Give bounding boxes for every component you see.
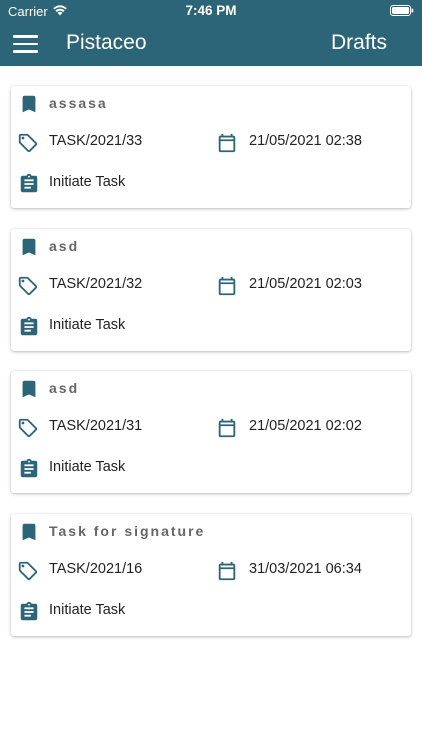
draft-card[interactable]: asd TASK/2021/31 21/05/2021 02:02 Initia…: [11, 371, 411, 493]
task-status: Initiate Task: [49, 316, 126, 333]
tag-icon: [18, 133, 38, 153]
bookmark-icon: [22, 523, 36, 540]
draft-title: asd: [49, 237, 80, 254]
tag-icon: [18, 418, 38, 438]
task-status: Initiate Task: [49, 459, 126, 475]
bookmark-icon: [22, 238, 36, 255]
page-title: Drafts: [330, 31, 387, 54]
clipboard-icon: [20, 316, 38, 335]
clipboard-icon: [20, 601, 38, 620]
task-status: Initiate Task: [49, 601, 126, 618]
calendar-icon: [218, 133, 236, 153]
hamburger-menu-icon[interactable]: [13, 35, 38, 53]
bookmark-icon: [22, 95, 36, 113]
draft-title: asd: [49, 380, 80, 396]
task-datetime: 21/05/2021 02:03: [249, 275, 362, 292]
clipboard-icon: [20, 173, 38, 193]
draft-title: Task for signature: [49, 522, 206, 539]
draft-card[interactable]: asd TASK/2021/32 21/05/2021 02:03 Initia…: [11, 228, 411, 351]
draft-card[interactable]: assasa TASK/2021/33 21/05/2021 02:38 Ini…: [11, 86, 411, 208]
task-reference: TASK/2021/33: [49, 133, 143, 149]
calendar-icon: [218, 418, 236, 438]
draft-card[interactable]: Task for signature TASK/2021/16 31/03/20…: [11, 513, 411, 636]
task-reference: TASK/2021/16: [49, 560, 143, 577]
app-title: Pistaceo: [66, 31, 147, 54]
task-reference: TASK/2021/31: [49, 418, 143, 434]
clipboard-icon: [20, 458, 38, 478]
app-bar: Carrier 7:46 PM Pistaceo Drafts: [0, 0, 422, 66]
task-reference: TASK/2021/32: [49, 275, 143, 292]
nav-bar: Pistaceo Drafts: [0, 22, 422, 66]
calendar-icon: [218, 561, 236, 580]
status-time: 7:46 PM: [185, 3, 237, 18]
tag-icon: [18, 276, 38, 295]
battery-icon: [390, 5, 414, 16]
draft-title: assasa: [49, 95, 108, 111]
tag-icon: [18, 561, 38, 580]
task-status: Initiate Task: [49, 174, 126, 190]
task-datetime: 31/03/2021 06:34: [249, 560, 362, 577]
bookmark-icon: [22, 380, 36, 398]
task-datetime: 21/05/2021 02:02: [249, 418, 362, 434]
status-bar: Carrier 7:46 PM: [0, 0, 422, 22]
drafts-list: assasa TASK/2021/33 21/05/2021 02:38 Ini…: [11, 86, 411, 656]
task-datetime: 21/05/2021 02:38: [249, 133, 362, 149]
calendar-icon: [218, 276, 236, 295]
